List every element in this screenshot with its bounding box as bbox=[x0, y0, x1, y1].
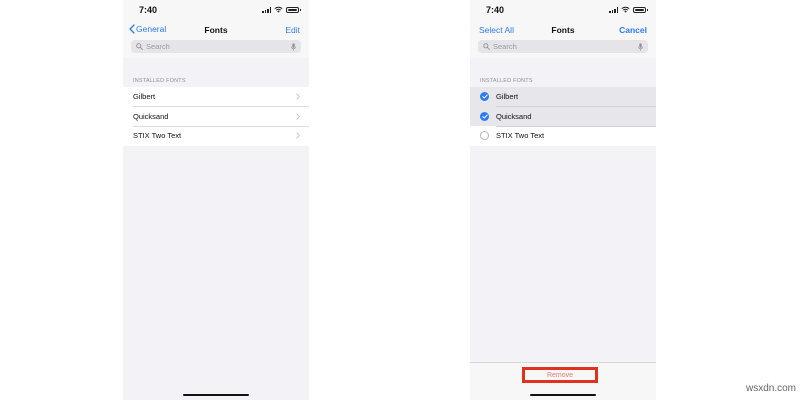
installed-fonts-list: Gilbert Quicksand STIX Two Text bbox=[123, 87, 309, 146]
status-icons bbox=[262, 6, 301, 13]
section-header: INSTALLED FONTS bbox=[133, 78, 186, 84]
back-button[interactable]: General bbox=[129, 24, 166, 34]
select-all-button[interactable]: Select All bbox=[479, 25, 514, 35]
home-indicator bbox=[183, 393, 249, 396]
microphone-icon[interactable] bbox=[638, 42, 643, 51]
cellular-signal-icon bbox=[262, 7, 271, 13]
section-header: INSTALLED FONTS bbox=[480, 78, 533, 84]
font-name: Gilbert bbox=[496, 92, 519, 102]
font-name: Quicksand bbox=[496, 111, 532, 121]
search-input[interactable] bbox=[490, 40, 638, 53]
search-input[interactable] bbox=[143, 40, 291, 53]
font-row-stix-two-text[interactable]: STIX Two Text bbox=[470, 126, 656, 146]
remove-button[interactable]: Remove bbox=[522, 367, 598, 383]
status-time: 7:40 bbox=[139, 5, 158, 15]
battery-icon bbox=[633, 7, 648, 13]
navigation-bar: Select All Fonts Cancel bbox=[470, 20, 656, 58]
font-name: STIX Two Text bbox=[496, 131, 545, 141]
checkmark-circle-icon[interactable] bbox=[480, 92, 489, 102]
cancel-button[interactable]: Cancel bbox=[619, 25, 647, 35]
font-row-gilbert[interactable]: Gilbert bbox=[470, 87, 656, 107]
home-indicator bbox=[530, 393, 596, 396]
installed-fonts-list: Gilbert Quicksand STIX Two Text bbox=[470, 87, 656, 146]
watermark: wsxdn.com bbox=[745, 383, 796, 394]
left-phone-screen: 7:40 General Fonts Edit Search INSTALLED… bbox=[123, 0, 309, 400]
checkmark-circle-icon[interactable] bbox=[480, 111, 489, 121]
search-bar[interactable] bbox=[478, 40, 648, 53]
search-icon bbox=[136, 43, 143, 50]
edit-button[interactable]: Edit bbox=[285, 25, 300, 35]
font-name: Gilbert bbox=[133, 92, 156, 102]
chevron-right-icon bbox=[296, 93, 300, 100]
right-phone-screen: 7:40 Select All Fonts Cancel Search INST… bbox=[470, 0, 656, 400]
font-row-quicksand[interactable]: Quicksand bbox=[123, 107, 309, 127]
font-name: Quicksand bbox=[133, 111, 169, 121]
font-row-quicksand[interactable]: Quicksand bbox=[470, 106, 656, 126]
battery-icon bbox=[286, 7, 301, 13]
status-icons bbox=[609, 6, 648, 13]
search-icon bbox=[483, 43, 490, 50]
status-time: 7:40 bbox=[486, 5, 505, 15]
cellular-signal-icon bbox=[609, 7, 618, 13]
chevron-right-icon bbox=[296, 113, 300, 120]
chevron-right-icon bbox=[296, 132, 300, 139]
microphone-icon[interactable] bbox=[291, 42, 296, 51]
font-name: STIX Two Text bbox=[133, 131, 182, 141]
wifi-icon bbox=[621, 6, 630, 13]
empty-circle-icon[interactable] bbox=[480, 131, 489, 141]
navigation-bar: General Fonts Edit bbox=[123, 20, 309, 58]
search-bar[interactable] bbox=[131, 40, 301, 53]
status-bar: 7:40 bbox=[470, 0, 656, 20]
chevron-left-icon bbox=[129, 24, 135, 34]
font-row-stix-two-text[interactable]: STIX Two Text bbox=[123, 126, 309, 146]
font-row-gilbert[interactable]: Gilbert bbox=[123, 87, 309, 107]
wifi-icon bbox=[274, 6, 283, 13]
back-button-label: General bbox=[136, 24, 167, 34]
status-bar: 7:40 bbox=[123, 0, 309, 20]
